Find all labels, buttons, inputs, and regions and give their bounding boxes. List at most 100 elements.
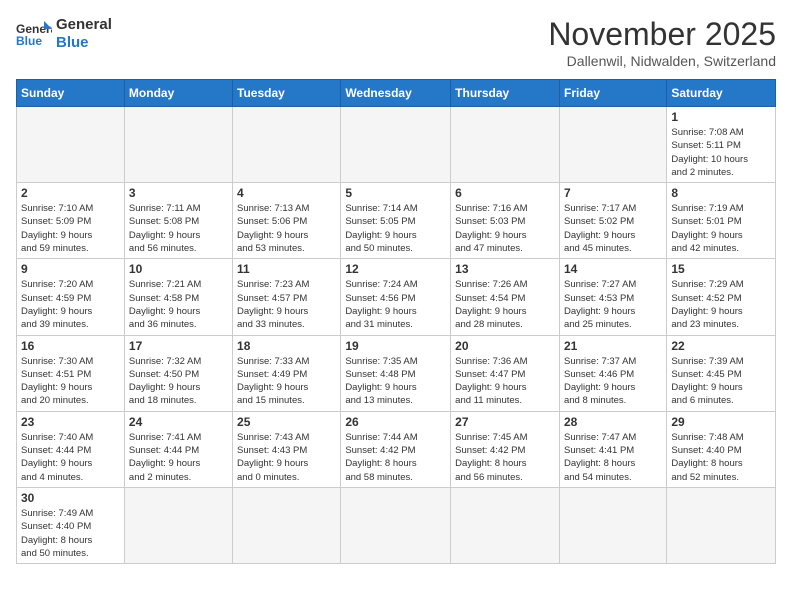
- day-number: 18: [237, 339, 336, 353]
- header: General Blue General Blue November 2025 …: [16, 16, 776, 69]
- day-number: 28: [564, 415, 662, 429]
- calendar-cell: 5 Sunrise: 7:14 AM Sunset: 5:05 PM Daylig…: [341, 183, 451, 259]
- calendar-cell: 14Sunrise: 7:27 AM Sunset: 4:53 PM Dayli…: [559, 259, 666, 335]
- day-info: Sunrise: 7:29 AM Sunset: 4:52 PM Dayligh…: [671, 278, 771, 331]
- calendar-week-1: 2Sunrise: 7:10 AM Sunset: 5:09 PM Daylig…: [17, 183, 776, 259]
- calendar-cell: [451, 487, 560, 563]
- day-number: 26: [345, 415, 446, 429]
- svg-text:Blue: Blue: [16, 34, 42, 48]
- calendar-cell: 22 Sunrise: 7:39 AM Sunset: 4:45 PM Dayli…: [667, 335, 776, 411]
- title-block: November 2025 Dallenwil, Nidwalden, Swit…: [548, 16, 776, 69]
- day-number: 25: [237, 415, 336, 429]
- day-info: Sunrise: 7:13 AM Sunset: 5:06 PM Dayligh…: [237, 202, 336, 255]
- calendar-week-3: 16 Sunrise: 7:30 AM Sunset: 4:51 PM Dayli…: [17, 335, 776, 411]
- weekday-header-friday: Friday: [559, 80, 666, 107]
- calendar-cell: 10 Sunrise: 7:21 AM Sunset: 4:58 PM Dayli…: [124, 259, 232, 335]
- calendar-cell: 12Sunrise: 7:24 AM Sunset: 4:56 PM Dayli…: [341, 259, 451, 335]
- day-info: Sunrise: 7:36 AM Sunset: 4:47 PM Dayligh…: [455, 355, 555, 408]
- day-info: Sunrise: 7:17 AM Sunset: 5:02 PM Dayligh…: [564, 202, 662, 255]
- weekday-header-row: SundayMondayTuesdayWednesdayThursdayFrid…: [17, 80, 776, 107]
- calendar-cell: [667, 487, 776, 563]
- logo-blue: Blue: [56, 34, 112, 52]
- calendar-cell: [233, 107, 341, 183]
- calendar-cell: 9 Sunrise: 7:20 AM Sunset: 4:59 PM Daylig…: [17, 259, 125, 335]
- calendar-cell: 29Sunrise: 7:48 AM Sunset: 4:40 PM Dayli…: [667, 411, 776, 487]
- calendar-cell: [559, 107, 666, 183]
- day-info: Sunrise: 7:45 AM Sunset: 4:42 PM Dayligh…: [455, 431, 555, 484]
- weekday-header-monday: Monday: [124, 80, 232, 107]
- calendar-cell: 1Sunrise: 7:08 AM Sunset: 5:11 PM Daylig…: [667, 107, 776, 183]
- day-info: Sunrise: 7:21 AM Sunset: 4:58 PM Dayligh…: [129, 278, 228, 331]
- day-info: Sunrise: 7:30 AM Sunset: 4:51 PM Dayligh…: [21, 355, 120, 408]
- calendar-cell: 19 Sunrise: 7:35 AM Sunset: 4:48 PM Dayli…: [341, 335, 451, 411]
- day-info: Sunrise: 7:27 AM Sunset: 4:53 PM Dayligh…: [564, 278, 662, 331]
- day-info: Sunrise: 7:19 AM Sunset: 5:01 PM Dayligh…: [671, 202, 771, 255]
- day-number: 9: [21, 262, 120, 276]
- logo-general: General: [56, 16, 112, 34]
- day-number: 6: [455, 186, 555, 200]
- day-info: Sunrise: 7:41 AM Sunset: 4:44 PM Dayligh…: [129, 431, 228, 484]
- logo-icon: General Blue: [16, 19, 52, 49]
- day-info: Sunrise: 7:39 AM Sunset: 4:45 PM Dayligh…: [671, 355, 771, 408]
- calendar-cell: [341, 487, 451, 563]
- day-info: Sunrise: 7:10 AM Sunset: 5:09 PM Dayligh…: [21, 202, 120, 255]
- day-number: 13: [455, 262, 555, 276]
- calendar-cell: 11 Sunrise: 7:23 AM Sunset: 4:57 PM Dayli…: [233, 259, 341, 335]
- day-info: Sunrise: 7:37 AM Sunset: 4:46 PM Dayligh…: [564, 355, 662, 408]
- day-number: 16: [21, 339, 120, 353]
- calendar-cell: 21 Sunrise: 7:37 AM Sunset: 4:46 PM Dayli…: [559, 335, 666, 411]
- calendar-cell: 27Sunrise: 7:45 AM Sunset: 4:42 PM Dayli…: [451, 411, 560, 487]
- calendar-cell: [451, 107, 560, 183]
- day-info: Sunrise: 7:35 AM Sunset: 4:48 PM Dayligh…: [345, 355, 446, 408]
- calendar-cell: 20 Sunrise: 7:36 AM Sunset: 4:47 PM Dayli…: [451, 335, 560, 411]
- day-info: Sunrise: 7:20 AM Sunset: 4:59 PM Dayligh…: [21, 278, 120, 331]
- calendar-cell: 3Sunrise: 7:11 AM Sunset: 5:08 PM Daylig…: [124, 183, 232, 259]
- weekday-header-saturday: Saturday: [667, 80, 776, 107]
- day-number: 19: [345, 339, 446, 353]
- calendar-cell: [559, 487, 666, 563]
- calendar-week-0: 1Sunrise: 7:08 AM Sunset: 5:11 PM Daylig…: [17, 107, 776, 183]
- day-number: 15: [671, 262, 771, 276]
- calendar-cell: 7 Sunrise: 7:17 AM Sunset: 5:02 PM Daylig…: [559, 183, 666, 259]
- day-number: 10: [129, 262, 228, 276]
- calendar-week-5: 30 Sunrise: 7:49 AM Sunset: 4:40 PM Dayli…: [17, 487, 776, 563]
- calendar-week-4: 23Sunrise: 7:40 AM Sunset: 4:44 PM Dayli…: [17, 411, 776, 487]
- day-info: Sunrise: 7:33 AM Sunset: 4:49 PM Dayligh…: [237, 355, 336, 408]
- day-number: 11: [237, 262, 336, 276]
- day-number: 23: [21, 415, 120, 429]
- calendar-cell: [124, 107, 232, 183]
- calendar-cell: [124, 487, 232, 563]
- calendar-cell: 28Sunrise: 7:47 AM Sunset: 4:41 PM Dayli…: [559, 411, 666, 487]
- day-info: Sunrise: 7:43 AM Sunset: 4:43 PM Dayligh…: [237, 431, 336, 484]
- day-info: Sunrise: 7:49 AM Sunset: 4:40 PM Dayligh…: [21, 507, 120, 560]
- calendar-cell: 16 Sunrise: 7:30 AM Sunset: 4:51 PM Dayli…: [17, 335, 125, 411]
- day-info: Sunrise: 7:11 AM Sunset: 5:08 PM Dayligh…: [129, 202, 228, 255]
- calendar-cell: 2Sunrise: 7:10 AM Sunset: 5:09 PM Daylig…: [17, 183, 125, 259]
- calendar-cell: 18 Sunrise: 7:33 AM Sunset: 4:49 PM Dayli…: [233, 335, 341, 411]
- day-info: Sunrise: 7:14 AM Sunset: 5:05 PM Dayligh…: [345, 202, 446, 255]
- day-number: 24: [129, 415, 228, 429]
- weekday-header-wednesday: Wednesday: [341, 80, 451, 107]
- calendar-cell: 17 Sunrise: 7:32 AM Sunset: 4:50 PM Dayli…: [124, 335, 232, 411]
- calendar-cell: 4 Sunrise: 7:13 AM Sunset: 5:06 PM Daylig…: [233, 183, 341, 259]
- day-number: 20: [455, 339, 555, 353]
- calendar-week-2: 9 Sunrise: 7:20 AM Sunset: 4:59 PM Daylig…: [17, 259, 776, 335]
- day-info: Sunrise: 7:23 AM Sunset: 4:57 PM Dayligh…: [237, 278, 336, 331]
- day-number: 5: [345, 186, 446, 200]
- day-number: 17: [129, 339, 228, 353]
- calendar-cell: [233, 487, 341, 563]
- calendar-cell: 13Sunrise: 7:26 AM Sunset: 4:54 PM Dayli…: [451, 259, 560, 335]
- day-number: 29: [671, 415, 771, 429]
- day-info: Sunrise: 7:16 AM Sunset: 5:03 PM Dayligh…: [455, 202, 555, 255]
- day-number: 21: [564, 339, 662, 353]
- calendar-cell: 6 Sunrise: 7:16 AM Sunset: 5:03 PM Daylig…: [451, 183, 560, 259]
- day-number: 12: [345, 262, 446, 276]
- day-number: 1: [671, 110, 771, 124]
- day-number: 30: [21, 491, 120, 505]
- day-number: 22: [671, 339, 771, 353]
- day-number: 4: [237, 186, 336, 200]
- weekday-header-sunday: Sunday: [17, 80, 125, 107]
- day-info: Sunrise: 7:32 AM Sunset: 4:50 PM Dayligh…: [129, 355, 228, 408]
- day-number: 7: [564, 186, 662, 200]
- logo: General Blue General Blue: [16, 16, 112, 52]
